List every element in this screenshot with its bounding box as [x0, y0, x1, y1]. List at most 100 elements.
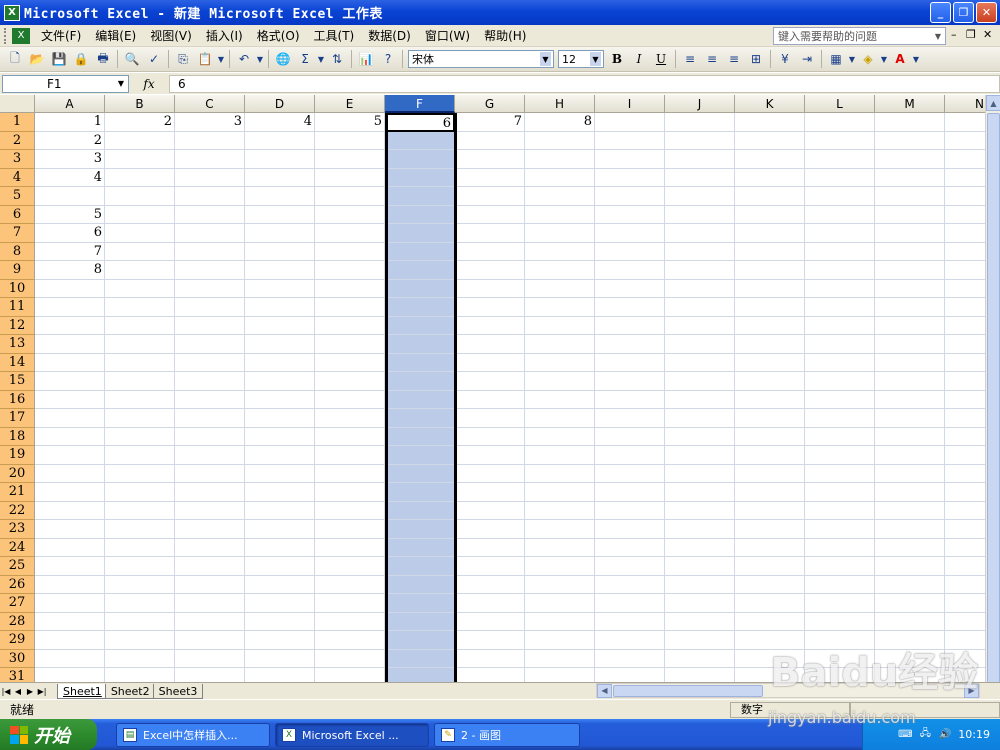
cell-e16[interactable] — [315, 390, 385, 409]
cell-f10[interactable] — [385, 279, 455, 298]
doc-minimize-button[interactable]: – — [951, 28, 957, 41]
cell-j26[interactable] — [665, 575, 735, 594]
cell-j15[interactable] — [665, 372, 735, 391]
cell-f12[interactable] — [385, 316, 455, 335]
cell-h23[interactable] — [525, 520, 595, 539]
cell-j19[interactable] — [665, 446, 735, 465]
cell-k17[interactable] — [735, 409, 805, 428]
cell-h30[interactable] — [525, 649, 595, 668]
cell-j31[interactable] — [665, 668, 735, 682]
cell-g31[interactable] — [455, 668, 525, 682]
column-header-k[interactable]: K — [735, 95, 805, 113]
cell-n13[interactable] — [945, 335, 985, 354]
cell-c1[interactable]: 3 — [175, 113, 245, 132]
underline-button[interactable]: U — [651, 49, 671, 69]
prev-sheet-icon[interactable]: ◀ — [12, 687, 24, 696]
cell-d20[interactable] — [245, 464, 315, 483]
cell-a14[interactable] — [35, 353, 105, 372]
cell-d16[interactable] — [245, 390, 315, 409]
print-preview-icon[interactable]: 🔍 — [122, 49, 142, 69]
cell-j18[interactable] — [665, 427, 735, 446]
cell-e8[interactable] — [315, 242, 385, 261]
maximize-button[interactable]: ❐ — [953, 2, 974, 23]
cell-e12[interactable] — [315, 316, 385, 335]
first-sheet-icon[interactable]: |◀ — [0, 687, 12, 696]
cell-d30[interactable] — [245, 649, 315, 668]
cell-g14[interactable] — [455, 353, 525, 372]
cell-i8[interactable] — [595, 242, 665, 261]
row-header-12[interactable]: 12 — [0, 316, 35, 335]
cell-g13[interactable] — [455, 335, 525, 354]
cell-b3[interactable] — [105, 150, 175, 169]
cell-j10[interactable] — [665, 279, 735, 298]
cell-f29[interactable] — [385, 631, 455, 650]
chart-wizard-icon[interactable]: 📊 — [356, 49, 376, 69]
cell-b13[interactable] — [105, 335, 175, 354]
cell-c8[interactable] — [175, 242, 245, 261]
cell-l19[interactable] — [805, 446, 875, 465]
cell-i28[interactable] — [595, 612, 665, 631]
cell-n10[interactable] — [945, 280, 985, 298]
cell-e1[interactable]: 5 — [315, 113, 385, 132]
cell-l15[interactable] — [805, 372, 875, 391]
start-button[interactable]: 开始 — [0, 719, 97, 750]
cell-j9[interactable] — [665, 261, 735, 280]
cell-f5[interactable] — [385, 187, 455, 206]
align-left-icon[interactable]: ≡ — [680, 49, 700, 69]
cell-f8[interactable] — [385, 242, 455, 261]
menu-grip[interactable] — [4, 27, 8, 44]
cell-d14[interactable] — [245, 353, 315, 372]
cell-b25[interactable] — [105, 557, 175, 576]
row-header-31[interactable]: 31 — [0, 668, 35, 682]
cell-l7[interactable] — [805, 224, 875, 243]
column-header-m[interactable]: M — [875, 95, 945, 113]
cell-b16[interactable] — [105, 390, 175, 409]
cell-a4[interactable]: 4 — [35, 168, 105, 187]
cell-m26[interactable] — [875, 575, 945, 594]
cell-c10[interactable] — [175, 279, 245, 298]
cell-h26[interactable] — [525, 575, 595, 594]
cell-d8[interactable] — [245, 242, 315, 261]
cell-e22[interactable] — [315, 501, 385, 520]
cell-d4[interactable] — [245, 168, 315, 187]
cell-c2[interactable] — [175, 131, 245, 150]
cell-j30[interactable] — [665, 649, 735, 668]
cell-g4[interactable] — [455, 168, 525, 187]
cell-g2[interactable] — [455, 131, 525, 150]
cell-f4[interactable] — [385, 168, 455, 187]
cell-m28[interactable] — [875, 612, 945, 631]
cell-f30[interactable] — [385, 649, 455, 668]
cell-f14[interactable] — [385, 353, 455, 372]
cell-g27[interactable] — [455, 594, 525, 613]
cell-h16[interactable] — [525, 390, 595, 409]
cell-e18[interactable] — [315, 427, 385, 446]
cell-a13[interactable] — [35, 335, 105, 354]
cell-g15[interactable] — [455, 372, 525, 391]
cell-b17[interactable] — [105, 409, 175, 428]
chevron-down-icon[interactable]: ▼ — [880, 49, 888, 69]
row-header-3[interactable]: 3 — [0, 150, 35, 169]
cell-l27[interactable] — [805, 594, 875, 613]
row-header-7[interactable]: 7 — [0, 224, 35, 243]
cell-c24[interactable] — [175, 538, 245, 557]
cell-g18[interactable] — [455, 427, 525, 446]
cell-n15[interactable] — [945, 372, 985, 391]
cell-e24[interactable] — [315, 538, 385, 557]
cell-a18[interactable] — [35, 427, 105, 446]
cell-h4[interactable] — [525, 168, 595, 187]
cell-j8[interactable] — [665, 242, 735, 261]
cell-d18[interactable] — [245, 427, 315, 446]
cell-k21[interactable] — [735, 483, 805, 502]
cell-g28[interactable] — [455, 612, 525, 631]
cell-g26[interactable] — [455, 575, 525, 594]
column-header-i[interactable]: I — [595, 95, 665, 113]
cell-j4[interactable] — [665, 168, 735, 187]
undo-icon[interactable]: ↶ — [234, 49, 254, 69]
cell-j11[interactable] — [665, 298, 735, 317]
cell-c7[interactable] — [175, 224, 245, 243]
cell-h11[interactable] — [525, 298, 595, 317]
column-header-d[interactable]: D — [245, 95, 315, 113]
menu-file[interactable]: 文件(F) — [34, 27, 88, 44]
column-header-g[interactable]: G — [455, 95, 525, 113]
cell-l24[interactable] — [805, 538, 875, 557]
